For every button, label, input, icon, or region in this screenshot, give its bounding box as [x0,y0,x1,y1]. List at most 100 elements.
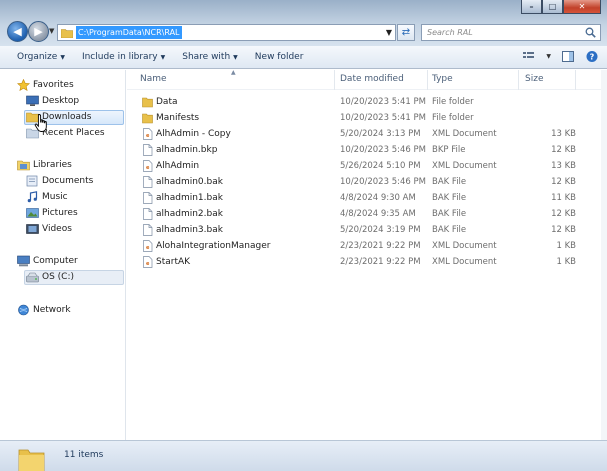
sidebar-item-label: Desktop [42,96,80,106]
navigation-pane: Favorites Desktop Downloads Recent Place… [0,70,126,440]
file-name-cell[interactable]: Manifests [142,112,199,124]
file-name-cell[interactable]: alhadmin0.bak [142,176,223,188]
xml-document-icon: e [143,160,153,172]
view-dropdown-icon[interactable]: ▼ [546,53,551,60]
table-row[interactable]: e AlhAdmin - Copy 5/20/2024 3:13 PM XML Doc… [127,126,597,142]
file-date: 10/20/2023 5:41 PM [340,113,426,123]
desktop-icon [26,95,39,106]
view-options-icon[interactable] [522,50,536,63]
sidebar-item-label: OS (C:) [42,272,74,282]
sidebar-item-favorites[interactable]: Favorites [17,78,74,92]
chevron-down-icon[interactable]: ▼ [386,28,392,37]
vertical-scrollbar[interactable] [601,70,607,440]
recent-locations-dropdown[interactable]: ▼ [49,27,54,35]
table-row[interactable]: alhadmin3.bak 5/20/2024 3:19 PM BAK File 12… [127,222,597,238]
table-row[interactable]: e AlohaIntegrationManager 2/23/2021 9:22 P… [127,238,597,254]
column-divider[interactable] [518,70,519,90]
file-date: 2/23/2021 9:22 PM [340,257,421,267]
file-icon [143,144,153,156]
arrow-left-icon: ◀ [13,25,22,38]
sidebar-item-pictures[interactable]: Pictures [26,206,78,220]
sidebar-item-music[interactable]: Music [26,190,68,204]
sidebar-item-network[interactable]: Network [17,303,71,317]
column-divider[interactable] [427,70,428,90]
file-date: 4/8/2024 9:30 AM [340,193,416,203]
address-bar[interactable]: C:\ProgramData\NCR\RAL ▼ [57,24,396,41]
sidebar-item-documents[interactable]: Documents [26,174,93,188]
file-type: File folder [432,97,474,107]
network-icon [18,304,29,316]
new-folder-button[interactable]: New folder [255,52,304,62]
include-in-library-button[interactable]: Include in library ▼ [82,52,165,62]
table-row[interactable]: alhadmin2.bak 4/8/2024 9:35 AM BAK File 12 … [127,206,597,222]
maximize-button[interactable]: □ [542,0,563,14]
sidebar-item-label: Recent Places [42,128,105,138]
column-type[interactable]: Type [432,74,453,84]
sidebar-item-os-drive[interactable]: OS (C:) [26,270,74,284]
table-row[interactable]: alhadmin1.bak 4/8/2024 9:30 AM BAK File 11 … [127,190,597,206]
column-divider[interactable] [334,70,335,90]
music-icon [27,191,38,203]
file-type: BAK File [432,209,467,219]
table-row[interactable]: e AlhAdmin 5/26/2024 5:10 PM XML Document 13… [127,158,597,174]
hard-drive-icon [26,272,39,283]
sidebar-item-desktop[interactable]: Desktop [26,94,79,108]
sidebar-item-libraries[interactable]: Libraries [17,158,72,172]
column-size[interactable]: Size [525,74,543,84]
file-icon [143,176,153,188]
organize-button[interactable]: Organize ▼ [17,52,65,62]
file-name: AlhAdmin - Copy [156,129,231,139]
file-date: 5/20/2024 3:19 PM [340,225,421,235]
file-date: 10/20/2023 5:46 PM [340,177,426,187]
file-name-cell[interactable]: e StartAK [142,256,190,268]
file-name-cell[interactable]: e AlhAdmin - Copy [142,128,231,140]
table-row[interactable]: Data 10/20/2023 5:41 PM File folder [127,94,597,110]
organize-label: Organize [17,52,58,62]
file-date: 4/8/2024 9:35 AM [340,209,416,219]
file-name: alhadmin1.bak [156,193,223,203]
refresh-button[interactable]: ⇄ [397,24,415,41]
column-date-modified[interactable]: Date modified [340,74,404,84]
search-box[interactable]: Search RAL [421,24,601,41]
file-size: 12 KB [551,225,576,235]
table-row[interactable]: Manifests 10/20/2023 5:41 PM File folder [127,110,597,126]
chevron-down-icon: ▼ [233,53,238,61]
file-name-cell[interactable]: Data [142,96,178,108]
sidebar-item-computer[interactable]: Computer [17,254,78,268]
back-button[interactable]: ◀ [7,21,28,42]
file-date: 10/20/2023 5:46 PM [340,145,426,155]
computer-icon [17,255,30,267]
address-path[interactable]: C:\ProgramData\NCR\RAL [76,26,182,39]
table-row[interactable]: alhadmin.bkp 10/20/2023 5:46 PM BKP File 12… [127,142,597,158]
title-bar: – □ ✕ ◀ ▶ ▼ C:\ProgramData\NCR\RAL ▼ ⇄ S… [0,0,607,46]
file-name-cell[interactable]: alhadmin2.bak [142,208,223,220]
file-name-cell[interactable]: e AlohaIntegrationManager [142,240,270,252]
file-name-cell[interactable]: alhadmin1.bak [142,192,223,204]
file-name-cell[interactable]: e AlhAdmin [142,160,199,172]
file-date: 2/23/2021 9:22 PM [340,241,421,251]
share-with-button[interactable]: Share with ▼ [182,52,238,62]
close-button[interactable]: ✕ [563,0,601,14]
column-divider[interactable] [575,70,576,90]
file-date: 5/20/2024 3:13 PM [340,129,421,139]
file-name-cell[interactable]: alhadmin.bkp [142,144,217,156]
minimize-button[interactable]: – [521,0,542,14]
include-in-library-label: Include in library [81,52,158,62]
search-input[interactable]: Search RAL [427,28,473,37]
sidebar-item-label: Favorites [33,80,74,90]
sidebar-item-videos[interactable]: Videos [26,222,72,236]
forward-button[interactable]: ▶ [28,21,49,42]
star-icon [17,79,30,91]
folder-icon [142,97,153,108]
new-folder-label: New folder [254,52,304,62]
preview-pane-icon[interactable] [561,50,575,63]
file-type: BKP File [432,145,466,155]
help-icon[interactable]: ? [585,50,599,63]
file-name: StartAK [156,257,191,267]
sidebar-item-label: Network [33,305,71,315]
window-controls: – □ ✕ [521,0,601,14]
table-row[interactable]: alhadmin0.bak 10/20/2023 5:46 PM BAK File 1… [127,174,597,190]
file-name-cell[interactable]: alhadmin3.bak [142,224,223,236]
table-row[interactable]: e StartAK 2/23/2021 9:22 PM XML Document 1 K… [127,254,597,270]
column-name[interactable]: Name [140,74,167,84]
